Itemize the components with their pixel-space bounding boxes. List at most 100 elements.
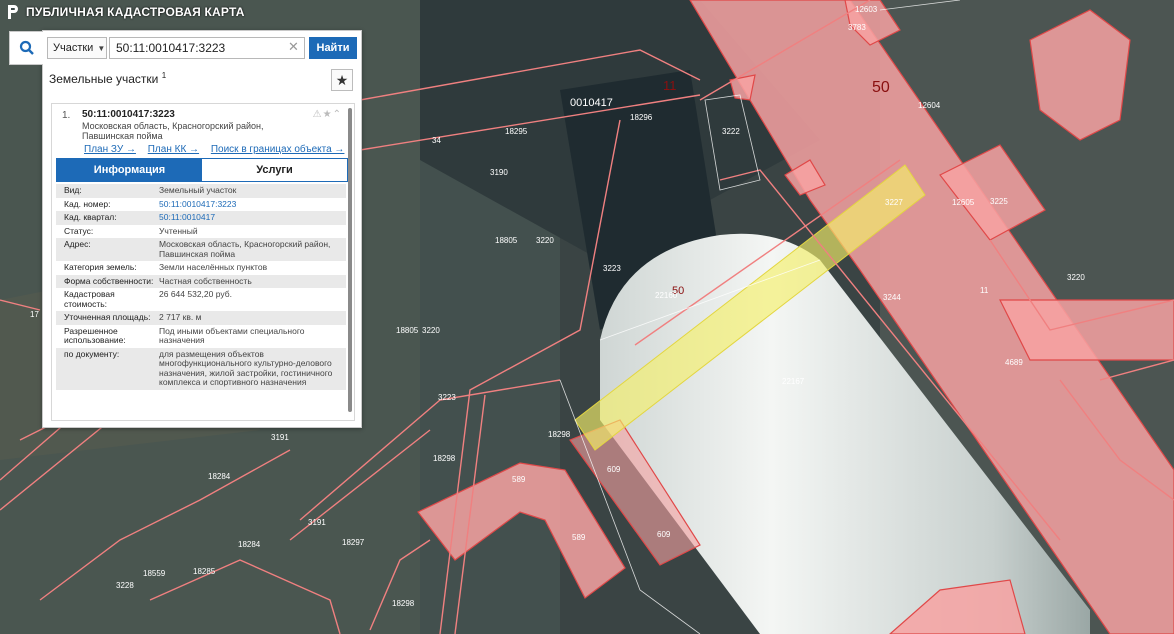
pkk-logo-icon: [8, 5, 18, 19]
star-icon[interactable]: ★: [323, 109, 333, 120]
map-label: 3783: [848, 23, 866, 32]
map-label: 18805: [495, 236, 518, 245]
attribute-row: Уточненная площадь: 2 717 кв. м: [56, 311, 346, 325]
attribute-row: Вид: Земельный участок: [56, 184, 346, 198]
attribute-value: Частная собственность: [159, 275, 252, 286]
chevron-down-icon: ▼: [97, 43, 106, 53]
attribute-row: Статус: Учтенный: [56, 225, 346, 239]
map-label: 3190: [490, 168, 508, 177]
map-label: 22167: [782, 377, 805, 386]
search-panel: Участки ▼ ✕ Найти Земельные участки 1 ★ …: [9, 30, 362, 428]
map-label: 3244: [883, 293, 901, 302]
clear-icon[interactable]: ✕: [288, 39, 299, 55]
attribute-key: Уточненная площадь:: [64, 312, 151, 322]
scrollbar[interactable]: [348, 108, 352, 412]
attribute-key: Кад. номер:: [64, 198, 111, 209]
attribute-row: Кад. квартал: 50:11:0010417: [56, 211, 346, 225]
attribute-row: по документу: для размещения объектов мно…: [56, 347, 346, 390]
search-bar: Участки ▼ ✕ Найти: [9, 31, 361, 65]
map-label: 11: [663, 78, 677, 93]
map-label: 609: [657, 530, 671, 539]
attribute-value: 26 644 532,20 руб.: [159, 289, 232, 299]
result-links: План ЗУ → План КК → Поиск в границах объ…: [84, 144, 353, 155]
attribute-key: Адрес:: [64, 239, 91, 249]
attribute-row: Кад. номер: 50:11:0010417:3223: [56, 198, 346, 212]
result-address: Московская область, Красногорский район,…: [82, 121, 264, 141]
map-label: 3225: [990, 197, 1008, 206]
attribute-row: Адрес: Московская область, Красногорский …: [56, 238, 346, 261]
attribute-key: Кадастровая стоимость:: [64, 289, 115, 309]
attribute-value-link[interactable]: 50:11:0010417:3223: [159, 199, 339, 210]
attribute-value: Московская область, Красногорский район,…: [159, 239, 331, 259]
map-label: 22160: [655, 291, 678, 300]
map-label: 3220: [422, 326, 440, 335]
map-label: 18296: [630, 113, 653, 122]
map-label: 17: [30, 310, 39, 319]
map-label: 34: [432, 136, 441, 145]
warning-icon[interactable]: ⚠: [313, 109, 323, 120]
map-label: 609: [607, 465, 621, 474]
attribute-value: Земельный участок: [159, 185, 237, 195]
tab-information[interactable]: Информация: [57, 159, 202, 181]
map-label: 18285: [193, 567, 216, 576]
search-icon[interactable]: [9, 31, 43, 65]
app-title: ПУБЛИЧНАЯ КАДАСТРОВАЯ КАРТА: [26, 5, 245, 19]
attribute-key: по документу:: [64, 348, 120, 359]
attribute-row: Форма собственности: Частная собственност…: [56, 274, 346, 288]
info-tabs: Информация Услуги: [56, 158, 348, 182]
map-label: 0010417: [570, 97, 613, 109]
attribute-table: Вид: Земельный участок Кад. номер: 50:11:0…: [56, 184, 346, 390]
attribute-value: 2 717 кв. м: [159, 312, 202, 322]
map-label: 12603: [855, 5, 878, 14]
app-header: ПУБЛИЧНАЯ КАДАСТРОВАЯ КАРТА: [0, 0, 426, 24]
search-input[interactable]: [109, 37, 305, 59]
map-label: 3222: [722, 127, 740, 136]
attribute-value-link[interactable]: 50:11:0010417: [159, 212, 339, 223]
attribute-key: Разрешенное использование:: [64, 325, 126, 345]
map-label: 11: [980, 286, 989, 295]
section-title-text: Земельные участки: [49, 72, 159, 86]
map-label: 12604: [918, 101, 941, 110]
map-label: 18805: [396, 326, 419, 335]
tab-services[interactable]: Услуги: [202, 159, 347, 181]
section-count: 1: [161, 71, 167, 80]
map-label: 12605: [952, 198, 975, 207]
result-card: 1. 50:11:0010417:3223 Московская область…: [51, 103, 355, 421]
attribute-key: Форма собственности:: [64, 275, 154, 286]
link-plan-zu[interactable]: План ЗУ →: [84, 144, 136, 155]
map-label: 3223: [438, 393, 456, 402]
search-category-label: Участки: [53, 42, 94, 54]
map-label: 18559: [143, 569, 166, 578]
attribute-key: Кад. квартал:: [64, 212, 117, 222]
link-plan-kk[interactable]: План КК →: [148, 144, 199, 155]
attribute-row: Категория земель: Земли населённых пункто…: [56, 261, 346, 275]
attribute-row: Разрешенное использование: Под иными объе…: [56, 325, 346, 348]
link-search-in-bounds[interactable]: Поиск в границах объекта →: [211, 144, 345, 155]
attribute-value: Под иными объектами специального назначе…: [159, 325, 305, 345]
map-label: 50: [872, 79, 890, 96]
section-title: Земельные участки 1: [49, 71, 166, 86]
attribute-row: Кадастровая стоимость: 26 644 532,20 руб.: [56, 288, 346, 311]
map-label: 18298: [433, 454, 456, 463]
search-category-dropdown[interactable]: Участки ▼: [47, 37, 107, 59]
map-label: 18298: [548, 430, 571, 439]
attribute-key: Статус:: [64, 225, 94, 236]
find-button[interactable]: Найти: [309, 37, 357, 59]
collapse-icon[interactable]: ⌃: [333, 109, 342, 120]
favorite-star-button[interactable]: ★: [331, 69, 353, 91]
map-label: 589: [572, 533, 586, 542]
result-actions[interactable]: ⚠★⌃: [313, 109, 342, 120]
result-cadnum[interactable]: 50:11:0010417:3223: [82, 109, 175, 120]
map-label: 18295: [505, 127, 528, 136]
map-label: 18298: [392, 599, 415, 608]
map-label: 3223: [603, 264, 621, 273]
map-label: 3227: [885, 198, 903, 207]
parcel-road-horizontal: [999, 299, 1174, 361]
map-label: 3220: [1067, 273, 1085, 282]
map-label: 18284: [208, 472, 231, 481]
map-label: 3228: [116, 581, 134, 590]
map-label: 18297: [342, 538, 365, 547]
map-label: 18284: [238, 540, 261, 549]
map-label: 3191: [271, 433, 289, 442]
map-label: 589: [512, 475, 526, 484]
